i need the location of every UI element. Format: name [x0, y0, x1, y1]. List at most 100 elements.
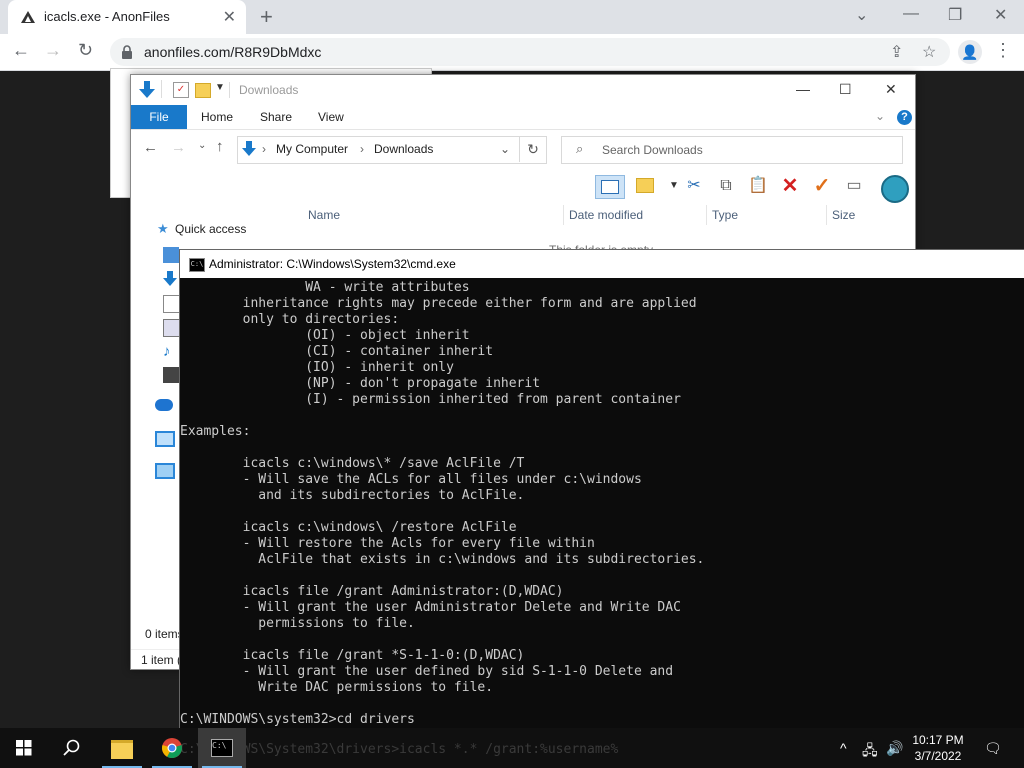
- address-dropdown-icon[interactable]: ⌄: [500, 142, 510, 156]
- file-explorer-icon: [111, 740, 133, 759]
- explorer-maximize-icon[interactable]: ☐: [839, 81, 852, 98]
- back-icon[interactable]: ←: [12, 40, 30, 61]
- url-text: anonfiles.com/R8R9DbMdxc: [144, 44, 322, 60]
- lock-icon[interactable]: [120, 44, 134, 60]
- column-size[interactable]: Size: [832, 208, 855, 222]
- new-folder-toolbar-icon[interactable]: [633, 175, 657, 197]
- items-count: 0 items: [145, 627, 184, 641]
- new-folder-icon[interactable]: [195, 83, 211, 98]
- explorer-forward-icon[interactable]: →: [171, 139, 186, 156]
- tray-overflow-icon[interactable]: ^: [840, 740, 847, 756]
- console-line: icacls file /grant *S-1-1-0:(D,WDAC): [180, 648, 525, 663]
- paste-icon[interactable]: 📋: [747, 175, 769, 197]
- console-line: icacls file /grant Administrator:(D,WDAC…: [180, 584, 564, 599]
- recent-locations-icon[interactable]: ⌄: [198, 140, 206, 151]
- browser-close-icon[interactable]: ✕: [994, 5, 1007, 25]
- explorer-minimize-icon[interactable]: —: [796, 81, 810, 97]
- cmd-titlebar: C:\ Administrator: C:\Windows\System32\c…: [180, 250, 1024, 278]
- console-line: C:\WINDOWS\system32>cd drivers: [180, 712, 415, 727]
- restore-icon[interactable]: ❐: [948, 5, 962, 25]
- cut-icon[interactable]: ✂: [683, 175, 705, 197]
- console-line: - Will grant the user defined by sid S-1…: [180, 664, 674, 679]
- explorer-back-icon[interactable]: ←: [143, 139, 158, 156]
- properties-icon[interactable]: ✓: [173, 82, 189, 98]
- network-tray-icon[interactable]: 🖧: [862, 740, 878, 764]
- browser-tab[interactable]: icacls.exe - AnonFiles ✕: [8, 0, 246, 34]
- minimize-window-icon[interactable]: —: [903, 5, 919, 23]
- share-icon[interactable]: ⇪: [890, 42, 903, 62]
- cmd-taskbar-button[interactable]: C:\: [198, 728, 246, 768]
- notifications-icon[interactable]: 🗨: [984, 740, 1002, 757]
- up-icon[interactable]: ↑: [216, 138, 224, 155]
- breadcrumb-downloads[interactable]: Downloads: [374, 142, 433, 156]
- nav-quick-access[interactable]: Quick access: [175, 222, 246, 236]
- view-pane-icon[interactable]: [595, 175, 625, 199]
- downloads-arrow-icon: [139, 81, 155, 98]
- cmd-taskbar-icon: C:\: [211, 739, 233, 757]
- bookmark-star-icon[interactable]: ☆: [922, 42, 936, 62]
- address-bar[interactable]: anonfiles.com/R8R9DbMdxc ⇪ ☆: [110, 38, 950, 66]
- profile-avatar-icon[interactable]: 👤: [958, 40, 982, 64]
- new-dropdown-icon[interactable]: ▼: [663, 175, 685, 197]
- search-button[interactable]: [48, 728, 96, 768]
- explorer-address-bar[interactable]: › My Computer › Downloads ⌄: [237, 136, 547, 164]
- breadcrumb-my-computer[interactable]: My Computer: [276, 142, 348, 156]
- column-headers: Name Date modified Type Size: [296, 205, 906, 225]
- tab-close-icon[interactable]: ✕: [223, 7, 236, 27]
- refresh-icon[interactable]: ↻: [519, 136, 546, 162]
- tab-view[interactable]: View: [318, 110, 344, 124]
- reload-icon[interactable]: ↻: [78, 40, 93, 61]
- tab-file[interactable]: File: [131, 105, 187, 129]
- chrome-taskbar-button[interactable]: [148, 728, 196, 768]
- delete-icon[interactable]: ✕: [779, 175, 801, 197]
- network-icon[interactable]: [155, 463, 175, 479]
- column-date-modified[interactable]: Date modified: [569, 208, 643, 222]
- clock-date: 3/7/2022: [914, 749, 962, 763]
- globe-icon[interactable]: [881, 175, 909, 203]
- desktop-icon[interactable]: [163, 247, 179, 263]
- menu-kebab-icon[interactable]: ⋮: [994, 40, 1012, 61]
- file-explorer-taskbar-button[interactable]: [98, 728, 146, 768]
- forward-icon[interactable]: →: [44, 40, 62, 61]
- explorer-close-icon[interactable]: ✕: [885, 81, 897, 98]
- tab-share[interactable]: Share: [260, 110, 292, 124]
- breadcrumb-separator-icon: ›: [262, 142, 266, 156]
- minimize-icon[interactable]: ⌄: [855, 5, 868, 25]
- downloads-nav-icon[interactable]: [163, 271, 179, 287]
- quick-access-dropdown-icon[interactable]: ▼: [215, 82, 225, 93]
- search-taskbar-icon: [63, 739, 80, 756]
- this-pc-icon[interactable]: [155, 431, 175, 447]
- onedrive-icon[interactable]: [155, 399, 173, 411]
- address-row: ← → ⌄ ↑ › My Computer › Downloads ⌄ ↻ ⌕ …: [131, 129, 915, 171]
- tab-home[interactable]: Home: [201, 110, 233, 124]
- start-button[interactable]: [0, 728, 48, 768]
- console-line: - Will save the ACLs for all files under…: [180, 472, 642, 487]
- windows-logo-icon: [16, 740, 32, 756]
- music-icon[interactable]: ♪: [163, 343, 179, 360]
- new-tab-icon[interactable]: +: [260, 4, 273, 30]
- console-line: and its subdirectories to AclFile.: [180, 488, 525, 503]
- videos-icon[interactable]: [163, 367, 179, 383]
- cmd-window[interactable]: C:\ Administrator: C:\Windows\System32\c…: [179, 249, 1024, 730]
- console-line: icacls c:\windows\* /save AclFile /T: [180, 456, 525, 471]
- taskbar: C:\WINDOWS\System32\drivers>icacls *.* /…: [0, 728, 1024, 768]
- copy-icon[interactable]: ⧉: [715, 175, 737, 197]
- search-input[interactable]: ⌕ Search Downloads: [561, 136, 903, 164]
- check-icon[interactable]: ✓: [811, 175, 833, 197]
- custom-toolbar: ▼ ✂ ⧉ 📋 ✕ ✓ ▭: [591, 171, 915, 203]
- downloads-location-icon: [242, 141, 256, 156]
- search-placeholder: Search Downloads: [602, 143, 703, 157]
- column-type[interactable]: Type: [712, 208, 738, 222]
- clock[interactable]: 10:17 PM 3/7/2022: [900, 732, 976, 764]
- ribbon-expand-icon[interactable]: ⌄: [875, 109, 885, 123]
- console-output[interactable]: WA - write attributes inheritance rights…: [180, 280, 1024, 729]
- help-icon[interactable]: ?: [897, 110, 912, 125]
- rename-icon[interactable]: ▭: [843, 175, 865, 197]
- column-name[interactable]: Name: [308, 208, 340, 222]
- search-icon: ⌕: [576, 141, 584, 156]
